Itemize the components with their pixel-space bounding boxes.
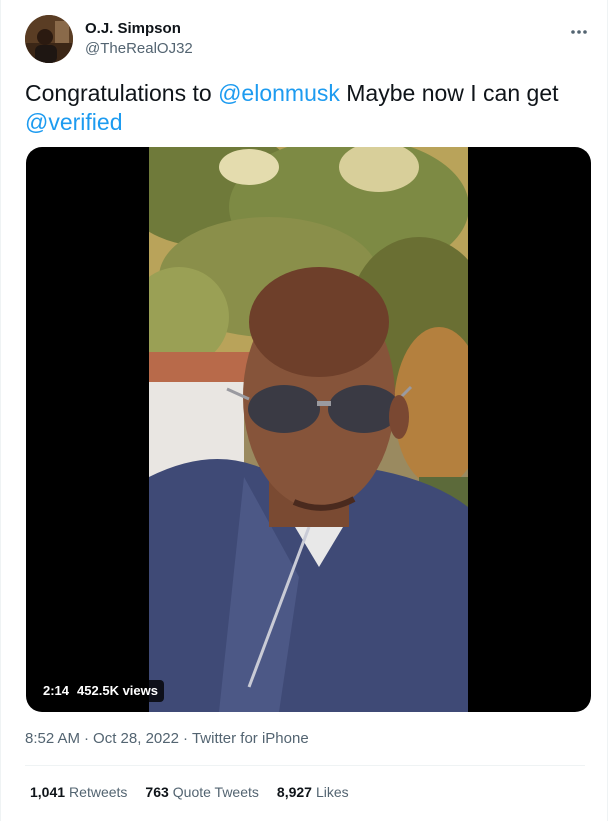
quote-tweets-count: 763 xyxy=(145,784,169,800)
tweet-text-part: Maybe now I can get xyxy=(339,80,559,106)
likes-count: 8,927 xyxy=(276,784,312,800)
tweet-stats: 1,041 Retweets 763 Quote Tweets 8,927 Likes xyxy=(30,782,367,802)
video-info-badge: 2:14 452.5K views xyxy=(37,680,164,702)
meta-separator: · xyxy=(84,730,90,747)
retweets-stat[interactable]: 1,041 Retweets xyxy=(30,782,127,802)
video-player[interactable]: 2:14 452.5K views xyxy=(26,147,591,712)
video-duration: 2:14 xyxy=(43,683,70,698)
divider xyxy=(25,765,585,766)
quote-tweets-stat[interactable]: 763 Quote Tweets xyxy=(145,782,259,802)
likes-label: Likes xyxy=(315,784,349,800)
retweets-count: 1,041 xyxy=(30,784,66,800)
likes-stat[interactable]: 8,927 Likes xyxy=(277,782,349,802)
tweet-meta: 8:52 AM · Oct 28, 2022 · Twitter for iPhone xyxy=(25,729,309,749)
mention-verified-link[interactable]: @verified xyxy=(25,109,123,135)
quote-tweets-label: Quote Tweets xyxy=(172,784,259,800)
author-names: O.J. Simpson @TheRealOJ32 xyxy=(85,19,193,59)
more-options-icon[interactable] xyxy=(567,20,591,44)
tweet-card: O.J. Simpson @TheRealOJ32 Congratulation… xyxy=(0,0,608,821)
tweet-text: Congratulations to @elonmusk Maybe now I… xyxy=(25,79,585,137)
tweet-date-link[interactable]: Oct 28, 2022 xyxy=(93,730,179,747)
author-handle[interactable]: @TheRealOJ32 xyxy=(85,39,193,59)
tweet-source-link[interactable]: Twitter for iPhone xyxy=(192,730,309,747)
tweet-time-link[interactable]: 8:52 AM xyxy=(25,730,80,747)
profile-photo-icon xyxy=(25,15,73,63)
video-view-count: 452.5K views xyxy=(77,683,158,698)
mention-elonmusk-link[interactable]: @elonmusk xyxy=(218,80,340,106)
author-display-name[interactable]: O.J. Simpson xyxy=(85,19,193,39)
video-thumbnail[interactable] xyxy=(149,147,468,712)
tweet-header: O.J. Simpson @TheRealOJ32 xyxy=(25,14,595,64)
video-frame-image xyxy=(149,147,468,712)
retweets-label: Retweets xyxy=(69,784,128,800)
avatar[interactable] xyxy=(25,15,73,63)
meta-separator: · xyxy=(182,730,188,747)
tweet-text-part: Congratulations to xyxy=(25,80,219,106)
